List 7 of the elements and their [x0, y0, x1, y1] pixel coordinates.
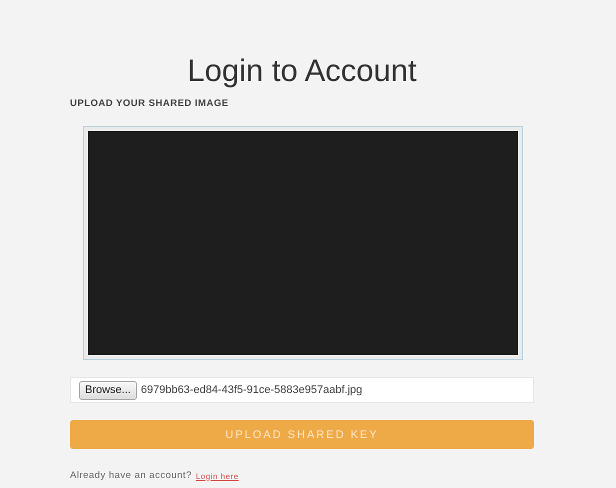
file-name: 6979bb63-ed84-43f5-91ce-5883e957aabf.jpg — [140, 383, 362, 398]
browse-button[interactable]: Browse... — [79, 381, 137, 400]
page-title: Login to Account — [186, 52, 418, 90]
login-link[interactable]: Login here — [196, 470, 239, 483]
footer-text: Already have an account? — [70, 469, 192, 484]
section-label: UPLOAD YOUR SHARED IMAGE — [70, 97, 230, 112]
file-input[interactable]: Browse... 6979bb63-ed84-43f5-91ce-5883e957aabf.jpg — [70, 377, 534, 404]
